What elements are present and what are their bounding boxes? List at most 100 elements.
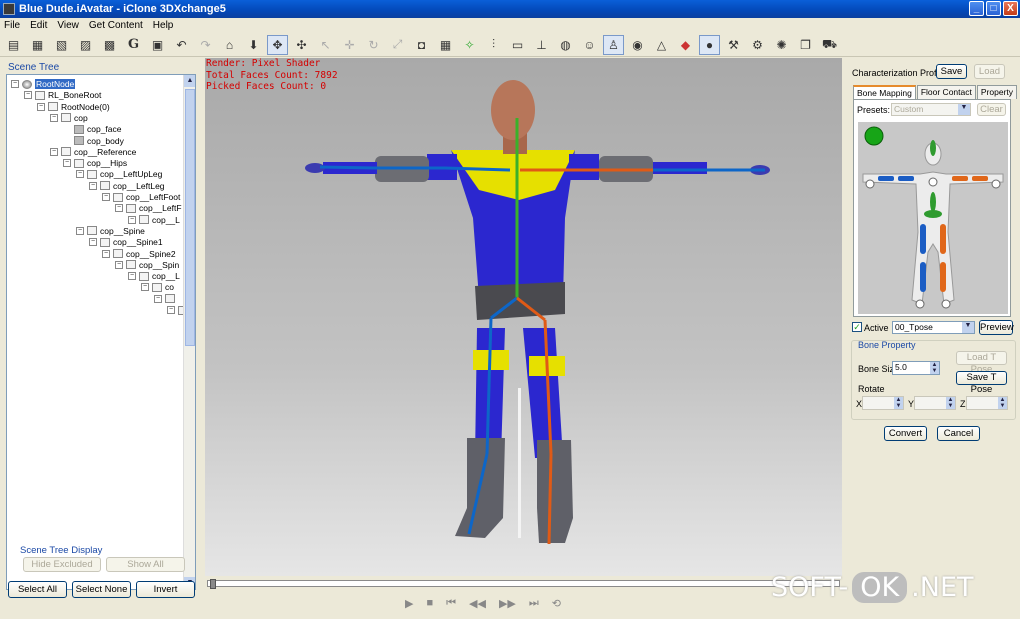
rotate-icon[interactable]: ✣ [291,35,312,55]
tree-node[interactable]: − cop__LeftFoot [102,191,180,203]
tree-node[interactable]: − cop__LeftF [115,202,182,214]
rotate-icon[interactable]: ↻ [363,35,384,55]
tree-node[interactable]: − cop__Reference [50,146,136,158]
tree-node[interactable]: − RL_BoneRoot [24,89,101,101]
collapse-icon[interactable]: − [37,102,45,111]
move-icon[interactable]: ✛ [339,35,360,55]
collapse-icon[interactable]: − [63,159,71,168]
collapse-icon[interactable]: − [115,260,123,269]
tree-scrollbar[interactable]: ▲ ▼ [183,75,195,589]
bone-size-input[interactable]: 5.0 ▲ ▼ [892,361,940,375]
menu-get-content[interactable]: Get Content [89,20,143,31]
sphere-icon[interactable]: ◍ [555,35,576,55]
stepper-icon[interactable]: ▲ ▼ [946,397,955,409]
collapse-icon[interactable]: − [167,306,175,314]
first-frame-icon[interactable]: ⏮ [446,597,456,610]
undo-icon[interactable]: ↶ [171,35,192,55]
stepper-icon[interactable]: ▲ ▼ [998,397,1007,409]
presets-dropdown[interactable]: Custom ▼ [891,103,971,116]
collapse-icon[interactable]: − [102,193,110,201]
preview-button[interactable]: Preview [979,320,1014,335]
pose-icon[interactable]: ✧ [459,35,480,55]
tree-node[interactable]: − cop__L [128,270,180,282]
stop-icon[interactable]: ■ [426,597,433,610]
menu-help[interactable]: Help [153,20,174,31]
collapse-icon[interactable]: − [11,80,19,88]
play-icon[interactable]: ▶ [405,597,413,610]
tree-node[interactable]: − RootNode(0) [37,101,110,113]
frame-icon[interactable]: ◘ [411,35,432,55]
save-profile-button[interactable]: Save [936,64,967,79]
down-arrow-icon[interactable]: ⬇ [243,35,264,55]
sphere-icon[interactable]: ● [699,34,720,55]
hide-excluded-button[interactable]: Hide Excluded [23,557,101,572]
tree-node[interactable]: − cop__Hips [63,157,127,169]
tab-bone-mapping[interactable]: Bone Mapping [853,85,916,100]
invert-button[interactable]: Invert [136,581,195,598]
last-frame-icon[interactable]: ⏭ [529,597,539,610]
collapse-icon[interactable]: − [76,170,84,179]
tree-node[interactable]: cop_face [63,123,122,135]
save-icon[interactable]: ▩ [99,35,120,55]
collapse-icon[interactable]: − [50,147,58,156]
open-icon[interactable]: ▤ [3,35,24,55]
save-tpose-button[interactable]: Save T Pose [956,371,1007,395]
active-checkbox[interactable]: ✓ [852,322,862,332]
menu-file[interactable]: File [4,20,20,31]
timeline-knob[interactable] [210,579,216,589]
collapse-icon[interactable]: − [89,181,97,190]
tree-node[interactable]: − cop__Spine [76,225,145,237]
copy-icon[interactable]: ❐ [795,35,816,55]
g-icon[interactable]: G [123,35,144,55]
collapse-icon[interactable]: − [24,91,32,100]
grid-icon[interactable]: ▣ [147,35,168,55]
triangle-icon[interactable]: △ [651,35,672,55]
select-none-button[interactable]: Select None [72,581,131,598]
camera-icon[interactable]: ◉ [627,35,648,55]
gear-icon[interactable]: ⚙ [747,35,768,55]
forward-icon[interactable]: ▶▶ [499,597,516,610]
pan-icon[interactable]: ↖ [315,35,336,55]
tree-node[interactable]: − cop__LeftUpLeg [76,168,162,180]
collapse-icon[interactable]: − [154,294,162,303]
rotate-y-input[interactable]: ▲ ▼ [914,396,956,410]
gear-icon[interactable]: ✺ [771,35,792,55]
export-icon[interactable]: ▧ [51,35,72,55]
tree-node[interactable]: cop_body [63,135,124,147]
cancel-button[interactable]: Cancel [937,426,980,441]
tree-node[interactable]: − cop__L [128,214,180,226]
3d-viewport[interactable]: Render: Pixel Shader Total Faces Count: … [205,58,842,576]
human-icon[interactable]: ☺ [579,35,600,55]
clear-button[interactable]: Clear [977,103,1006,116]
rotate-x-input[interactable]: ▲ ▼ [862,396,904,410]
pivot-icon[interactable]: ⊥ [531,35,552,55]
tree-node[interactable]: − RootNode [11,78,76,90]
collapse-icon[interactable]: − [141,283,149,292]
collapse-icon[interactable]: − [115,204,123,213]
import-icon[interactable]: ▦ [27,35,48,55]
load-profile-button[interactable]: Load [974,64,1005,79]
rewind-icon[interactable]: ◀◀ [469,597,486,610]
move-icon[interactable]: ✥ [267,34,288,55]
tree-node[interactable]: − cop__LeftLeg [89,180,165,192]
collapse-icon[interactable]: − [89,238,97,247]
collapse-icon[interactable]: − [50,113,58,122]
scale-icon[interactable]: ⤢ [387,35,408,55]
stepper-icon[interactable]: ▲ ▼ [894,397,903,409]
tab-property[interactable]: Property [976,85,1017,99]
rotate-z-input[interactable]: ▲ ▼ [966,396,1008,410]
tree-node[interactable]: − [154,293,178,305]
loop-icon[interactable]: ⟲ [552,597,561,610]
collapse-icon[interactable]: − [102,249,110,258]
plane-icon[interactable]: ▭ [507,35,528,55]
scroll-thumb[interactable] [185,89,195,346]
bone-icon[interactable]: ⫶ [483,35,504,55]
collapse-icon[interactable]: − [128,272,136,281]
redo-icon[interactable]: ↷ [195,35,216,55]
scene-tree[interactable]: − RootNode − RL_BoneRoot − RootNode(0) − cop cop… [6,74,196,590]
tree-node[interactable]: − co [141,281,174,293]
tree-node[interactable]: − cop__Spine2 [102,248,176,260]
cart-icon[interactable]: ⛟ [819,35,840,55]
load-tpose-button[interactable]: Load T Pose [956,351,1007,375]
minimize-button[interactable]: _ [969,1,984,16]
